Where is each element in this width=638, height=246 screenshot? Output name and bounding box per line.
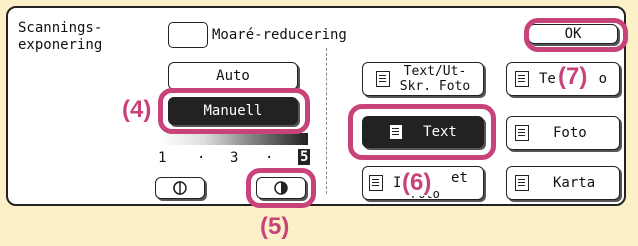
map-icon [515,175,529,191]
text-photo-label-end: o [598,71,607,87]
printed-doc-icon [369,175,383,191]
section-divider [326,48,327,194]
callout-6: (6) [400,169,434,196]
callout-7: (7) [556,63,590,90]
exposure-label: Scannings- exponering [18,20,103,53]
photo-button[interactable]: Foto [506,116,620,150]
scale-label-3: 3 [230,150,239,166]
callout-ring-6 [348,104,496,160]
scale-dot-1: · [197,150,206,166]
half-circle-light-icon [173,181,187,195]
photo-doc-icon [515,71,529,87]
moire-label: Moaré-reducering [212,27,347,43]
callout-ring-5 [246,168,316,208]
scale-dot-2: · [265,150,274,166]
callout-ring-4 [158,88,310,134]
callout-ring-7 [524,18,628,52]
text-print-photo-button[interactable]: Text/Ut- Skr. Foto [362,62,484,96]
moire-checkbox[interactable] [168,22,208,48]
printed-label-right: et [451,170,468,186]
auto-button[interactable]: Auto [168,62,298,90]
exposure-gradient [160,133,308,145]
callout-5: (5) [258,213,292,240]
photo-label: Foto [553,125,587,141]
map-label: Karta [553,175,596,191]
scale-label-5: 5 [298,149,311,165]
text-photo-label-start: Te [539,71,556,87]
map-button[interactable]: Karta [506,166,620,200]
text-print-photo-label: Text/Ut- Skr. Foto [399,64,471,94]
lighter-button[interactable] [155,177,205,199]
callout-4: (4) [120,96,154,123]
scale-label-1: 1 [158,150,167,166]
document-icon [375,71,390,87]
photo-icon [515,125,529,141]
